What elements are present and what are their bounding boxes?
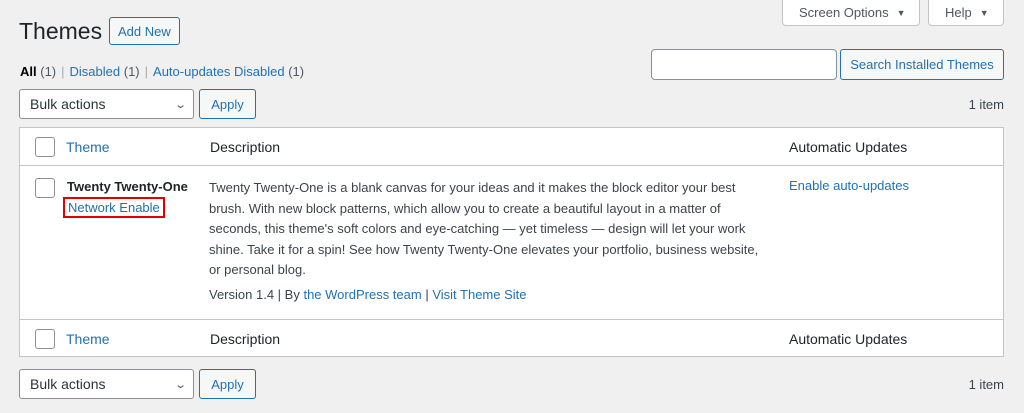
search-input[interactable] (651, 49, 837, 80)
filter-disabled[interactable]: Disabled (1) (70, 64, 140, 79)
caret-down-icon: ▼ (896, 7, 906, 18)
select-all-checkbox-footer[interactable] (35, 329, 55, 349)
column-automatic-updates-footer: Automatic Updates (789, 331, 908, 347)
page-title: Themes (19, 18, 103, 44)
bulk-actions-select[interactable]: Bulk actions ⌄ (19, 89, 194, 119)
column-theme-sort-link[interactable]: Theme (66, 139, 110, 155)
theme-name: Twenty Twenty-One (67, 179, 188, 194)
theme-meta: Version 1.4 | By the WordPress team | Vi… (209, 287, 527, 302)
theme-description: Twenty Twenty-One is a blank canvas for … (209, 180, 759, 277)
screen-meta-links: Screen Options ▼ Help ▼ (782, 0, 1004, 26)
help-button[interactable]: Help ▼ (928, 0, 1004, 26)
items-count-bottom: 1 item (968, 377, 1004, 392)
search-installed-themes-button[interactable]: Search Installed Themes (840, 49, 1004, 80)
network-enable-link[interactable]: Network Enable (63, 197, 165, 218)
enable-auto-updates-link[interactable]: Enable auto-updates (789, 178, 909, 193)
author-link[interactable]: the WordPress team (303, 287, 421, 302)
bulk-actions-value: Bulk actions (30, 376, 106, 392)
help-label: Help (945, 5, 972, 20)
chevron-down-icon: ⌄ (173, 378, 187, 391)
bulk-actions-select-bottom[interactable]: Bulk actions ⌄ (19, 369, 194, 399)
table-header: Theme Description Automatic Updates (20, 128, 1003, 166)
items-count: 1 item (968, 97, 1004, 112)
chevron-down-icon: ⌄ (173, 98, 187, 111)
screen-options-button[interactable]: Screen Options ▼ (782, 0, 920, 26)
screen-options-label: Screen Options (799, 5, 889, 20)
row-checkbox[interactable] (35, 178, 55, 198)
column-description-footer: Description (210, 331, 281, 347)
filter-separator: | (144, 64, 149, 79)
column-theme-sort-link-footer[interactable]: Theme (66, 331, 110, 347)
column-automatic-updates: Automatic Updates (789, 139, 908, 155)
themes-table: Theme Description Automatic Updates Twen… (19, 127, 1004, 357)
caret-down-icon: ▼ (979, 7, 989, 18)
select-all-checkbox[interactable] (35, 137, 55, 157)
by-label: By (284, 287, 300, 302)
table-row: Twenty Twenty-One Network Enable Twenty … (20, 166, 1003, 319)
status-filters: All (1) | Disabled (1) | Auto-updates Disabl… (20, 64, 304, 79)
bulk-actions-value: Bulk actions (30, 96, 106, 112)
theme-version: Version 1.4 (209, 287, 275, 302)
apply-button[interactable]: Apply (199, 89, 256, 119)
filter-all[interactable]: All (1) (20, 64, 56, 79)
apply-button-bottom[interactable]: Apply (199, 369, 256, 399)
filter-separator: | (61, 64, 65, 79)
table-footer: Theme Description Automatic Updates (20, 319, 1003, 357)
column-description: Description (210, 139, 281, 155)
filter-auto-updates-disabled[interactable]: Auto-updates Disabled (1) (153, 64, 304, 79)
add-new-button[interactable]: Add New (109, 17, 180, 45)
visit-theme-site-link[interactable]: Visit Theme Site (432, 287, 526, 302)
